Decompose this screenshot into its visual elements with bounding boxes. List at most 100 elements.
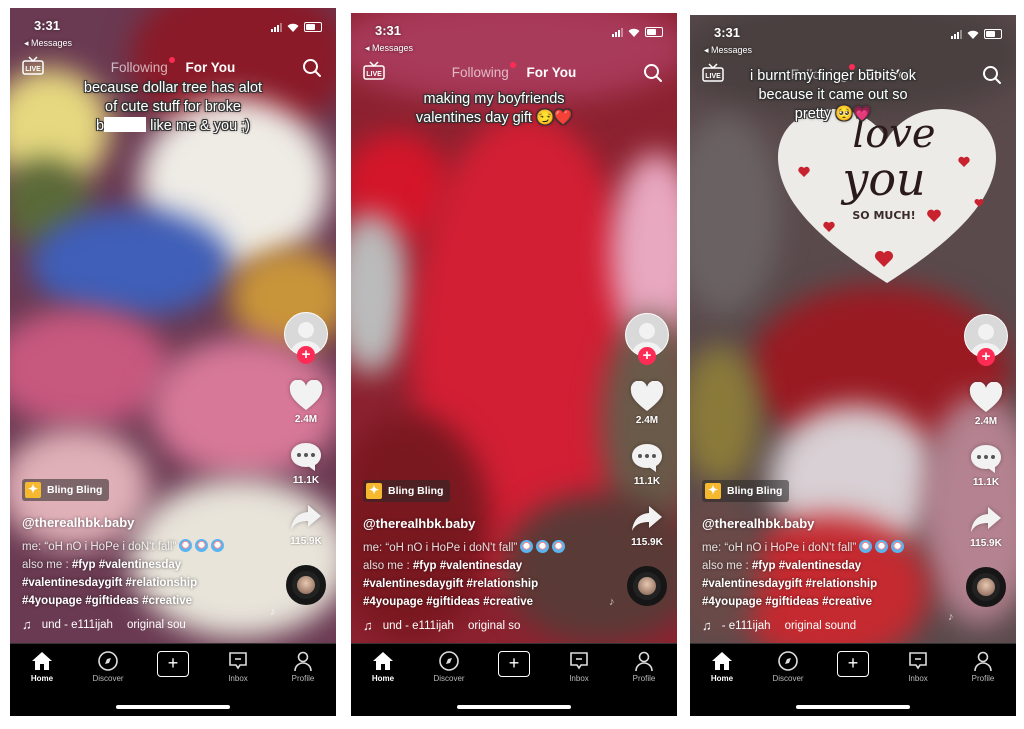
comment-button[interactable]: 11.1K xyxy=(630,442,664,487)
home-indicator xyxy=(796,705,910,709)
comment-button[interactable]: 11.1K xyxy=(289,441,323,486)
status-bar: 3:31 ◂ Messages xyxy=(690,15,1016,55)
nav-inbox[interactable]: Inbox xyxy=(208,650,268,683)
nav-inbox[interactable]: Inbox xyxy=(549,650,609,683)
nav-discover[interactable]: Discover xyxy=(758,650,818,683)
sparkle-effect-icon xyxy=(705,483,721,499)
share-button[interactable]: 115.9K xyxy=(630,503,664,548)
hashtag-link[interactable]: #4youpage #giftideas #creative xyxy=(702,593,946,611)
clown-emoji-icon xyxy=(859,540,873,553)
effect-tag[interactable]: Bling Bling xyxy=(363,480,451,502)
desc-line: also me : #fyp #valentinesday xyxy=(363,557,607,575)
hashtag-link[interactable]: #fyp #valentinesday xyxy=(752,560,861,572)
system-icons xyxy=(612,27,663,37)
heart-balloon-image: love you SO MUCH! xyxy=(778,109,996,283)
comment-button[interactable]: 11.1K xyxy=(969,443,1003,488)
bottom-nav: Home Discover + Inbox Profile xyxy=(351,643,677,716)
phone-screenshot-1: 3:31 ◂ Messages LIVE Following For You b… xyxy=(10,8,336,716)
home-icon xyxy=(373,652,393,670)
comment-count: 11.1K xyxy=(972,477,1000,488)
hashtag-link[interactable]: #fyp #valentinesday xyxy=(413,560,522,572)
like-button[interactable]: 2.4M xyxy=(630,381,664,426)
share-count: 115.9K xyxy=(631,537,663,548)
profile-icon xyxy=(635,651,653,672)
username-link[interactable]: @therealhbk.baby xyxy=(22,515,266,530)
follow-plus-button[interactable]: + xyxy=(638,347,656,365)
system-icons xyxy=(271,22,322,32)
compass-icon xyxy=(439,651,459,671)
music-disc-icon[interactable] xyxy=(966,567,1006,607)
profile-icon xyxy=(294,651,312,672)
music-ticker[interactable]: ♫ und - e111ijah original so xyxy=(363,618,607,633)
follow-plus-button[interactable]: + xyxy=(977,348,995,366)
tab-for-you[interactable]: For You xyxy=(527,65,577,80)
comment-icon xyxy=(632,444,662,472)
tab-following-label: Following xyxy=(451,65,509,80)
create-button[interactable]: + xyxy=(837,651,869,677)
music-ticker[interactable]: ♫ - e111ijah original sound xyxy=(702,618,946,633)
desc-line: also me : #fyp #valentinesday xyxy=(22,556,266,574)
nav-home[interactable]: Home xyxy=(353,650,413,683)
music-disc-icon[interactable] xyxy=(627,566,667,606)
tab-for-you[interactable]: For You xyxy=(186,60,236,75)
tab-following[interactable]: Following xyxy=(111,57,175,75)
signal-icon xyxy=(951,30,962,39)
tab-following[interactable]: Following xyxy=(451,62,516,80)
nav-profile[interactable]: Profile xyxy=(273,650,333,683)
nav-inbox-label: Inbox xyxy=(569,674,589,683)
wifi-icon xyxy=(967,30,979,39)
music-disc-icon[interactable] xyxy=(286,565,326,605)
nav-discover[interactable]: Discover xyxy=(78,650,138,683)
share-arrow-icon xyxy=(632,506,662,531)
caption-line: because dollar tree has alot xyxy=(83,80,263,96)
share-count: 115.9K xyxy=(970,538,1002,549)
share-button[interactable]: 115.9K xyxy=(289,502,323,547)
nav-home[interactable]: Home xyxy=(12,650,72,683)
like-button[interactable]: 2.4M xyxy=(969,382,1003,427)
desc-line: me: “oH nO i HoPe i doN't fall” xyxy=(702,539,946,557)
hashtag-link[interactable]: #valentinesdaygift #relationship xyxy=(363,575,607,593)
nav-home[interactable]: Home xyxy=(692,650,752,683)
like-button[interactable]: 2.4M xyxy=(289,380,323,425)
search-icon[interactable] xyxy=(643,63,663,83)
hashtag-link[interactable]: #valentinesdaygift #relationship xyxy=(702,575,946,593)
caption-line-end: like me & you ;) xyxy=(150,118,251,134)
back-to-messages-link[interactable]: ◂ Messages xyxy=(365,43,413,54)
create-button[interactable]: + xyxy=(157,651,189,677)
create-button[interactable]: + xyxy=(498,651,530,677)
music-ticker[interactable]: ♫ und - e111ijah original sou xyxy=(22,617,266,632)
nav-profile-label: Profile xyxy=(291,674,315,683)
sparkle-effect-icon xyxy=(25,482,41,498)
hashtag-link[interactable]: #valentinesdaygift #relationship xyxy=(22,574,266,592)
username-link[interactable]: @therealhbk.baby xyxy=(702,516,946,531)
effect-tag[interactable]: Bling Bling xyxy=(702,480,790,502)
search-icon[interactable] xyxy=(302,58,322,78)
caption-line: valentines day gift 😏❤️ xyxy=(415,110,573,126)
music-title: original sound xyxy=(784,619,857,632)
caption-line: pretty 🥺💗 xyxy=(794,106,872,122)
nav-inbox-label: Inbox xyxy=(228,674,248,683)
music-note-icon: ♫ xyxy=(363,618,373,633)
hashtag-link[interactable]: #4youpage #giftideas #creative xyxy=(22,592,266,610)
nav-profile[interactable]: Profile xyxy=(953,650,1013,683)
follow-plus-button[interactable]: + xyxy=(297,346,315,364)
nav-discover[interactable]: Discover xyxy=(419,650,479,683)
back-to-messages-link[interactable]: ◂ Messages xyxy=(704,45,752,56)
nav-home-label: Home xyxy=(30,674,54,683)
nav-inbox[interactable]: Inbox xyxy=(888,650,948,683)
clown-emoji-icon xyxy=(875,540,889,553)
effect-tag[interactable]: Bling Bling xyxy=(22,479,110,501)
music-artist: und - e111ijah xyxy=(41,618,113,631)
share-button[interactable]: 115.9K xyxy=(969,504,1003,549)
battery-icon xyxy=(645,27,663,37)
caption-line: of cute stuff for broke xyxy=(105,99,241,115)
desc-text: also me : xyxy=(22,559,72,571)
hashtag-link[interactable]: #4youpage #giftideas #creative xyxy=(363,593,607,611)
username-link[interactable]: @therealhbk.baby xyxy=(363,516,607,531)
balloon-text-you: you xyxy=(840,152,925,206)
action-rail: + 2.4M 11.1K 115.9K xyxy=(284,312,328,605)
hashtag-link[interactable]: #fyp #valentinesday xyxy=(72,559,181,571)
nav-profile-label: Profile xyxy=(971,674,995,683)
nav-profile[interactable]: Profile xyxy=(614,650,674,683)
back-to-messages-link[interactable]: ◂ Messages xyxy=(24,38,72,49)
